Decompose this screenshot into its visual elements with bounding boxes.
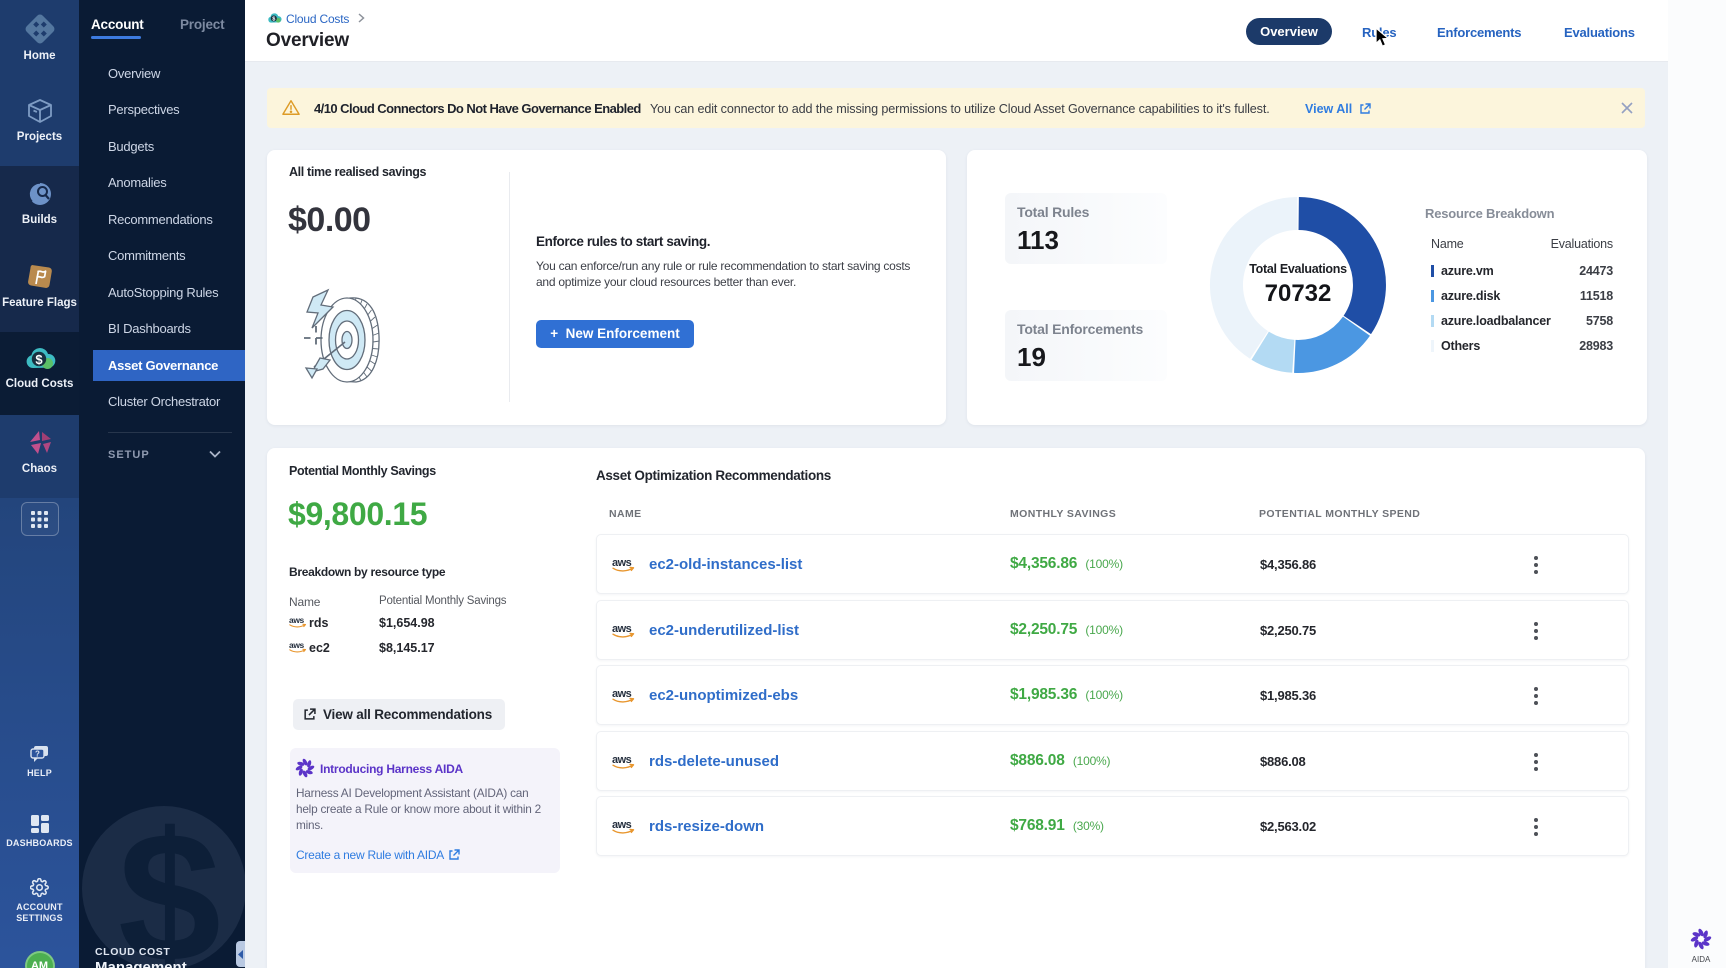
svg-text:aws: aws (612, 557, 632, 569)
svg-text:$: $ (272, 17, 275, 23)
svg-text:aws: aws (289, 640, 305, 650)
svg-text:aws: aws (612, 688, 632, 700)
svg-text:aws: aws (612, 623, 632, 635)
svg-text:aws: aws (612, 754, 632, 766)
svg-text:aws: aws (289, 615, 305, 625)
svg-text:$: $ (35, 352, 43, 367)
svg-text:aws: aws (612, 819, 632, 831)
svg-text:?: ? (35, 750, 40, 759)
